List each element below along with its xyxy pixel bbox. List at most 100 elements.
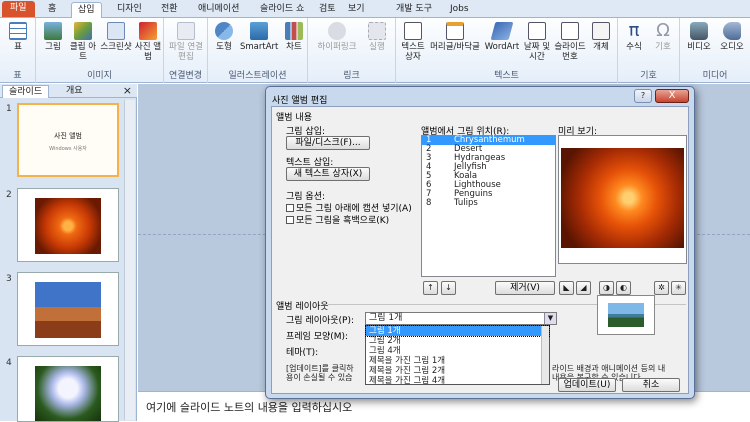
dropdown-option[interactable]: 그림 1개 bbox=[365, 325, 550, 337]
group-illustrations-label: 일러스트레이션 bbox=[228, 71, 287, 81]
contrast-up-icon[interactable]: ◑ bbox=[599, 281, 614, 295]
brightness-up-icon[interactable]: ✲ bbox=[654, 281, 669, 295]
speaker-icon bbox=[723, 22, 741, 40]
table-button[interactable]: 표 bbox=[4, 22, 32, 52]
tab-file[interactable]: 파일 bbox=[2, 1, 35, 17]
wordart-label: WordArt bbox=[484, 42, 520, 52]
video-label: 비디오 bbox=[687, 42, 711, 52]
caption-checkbox[interactable] bbox=[286, 204, 294, 212]
bw-checkbox[interactable] bbox=[286, 216, 294, 224]
tab-insert[interactable]: 삽입 bbox=[71, 2, 102, 18]
list-item[interactable]: 1 Chrysanthemum bbox=[422, 136, 555, 145]
shapes-label: 도형 bbox=[216, 42, 232, 52]
rotate-right-icon[interactable]: ◢ bbox=[576, 281, 591, 295]
list-item[interactable]: 3 Hydrangeas bbox=[422, 154, 555, 163]
symbol-button[interactable]: Ω 기호 bbox=[650, 22, 676, 53]
slide-thumbnail-1[interactable]: 사진 앨범 Windows 사용자 bbox=[17, 103, 119, 177]
contrast-down-icon[interactable]: ◐ bbox=[616, 281, 631, 295]
list-item[interactable]: 7 Penguins bbox=[422, 190, 555, 199]
cancel-button[interactable]: 취소 bbox=[622, 378, 680, 392]
textbox-icon bbox=[404, 22, 422, 40]
equation-label: 수식 bbox=[626, 42, 642, 52]
dropdown-option[interactable]: 제목을 가진 그림 4개 bbox=[366, 376, 549, 386]
update-button[interactable]: 업데이트(U) bbox=[558, 378, 616, 392]
table-label: 표 bbox=[14, 42, 22, 52]
chevron-down-icon[interactable]: ▼ bbox=[544, 313, 556, 324]
move-up-button[interactable]: ↑ bbox=[423, 281, 438, 295]
picture-layout-select[interactable]: 그림 1개 ▼ bbox=[365, 312, 557, 325]
tab-jobs[interactable]: Jobs bbox=[444, 2, 475, 18]
hyperlink-button[interactable]: 하이퍼링크 bbox=[314, 22, 360, 52]
new-textbox-button[interactable]: 새 텍스트 상자(X) bbox=[286, 167, 370, 181]
bw-option-label: 모든 그림을 흑백으로(K) bbox=[296, 216, 390, 226]
dropdown-option[interactable]: 그림 2개 bbox=[366, 336, 549, 346]
header-footer-icon bbox=[446, 22, 464, 40]
pictures-listbox[interactable]: 1 Chrysanthemum 2 Desert 3 Hydrangeas 4 Jell… bbox=[421, 135, 556, 277]
dropdown-scrollbar[interactable] bbox=[541, 326, 549, 384]
rotate-left-icon[interactable]: ◣ bbox=[559, 281, 574, 295]
slide-number-button[interactable]: 슬라이드 번호 bbox=[554, 22, 586, 62]
action-button[interactable]: 실행 bbox=[364, 22, 390, 52]
tab-slides[interactable]: 슬라이드 bbox=[2, 85, 50, 98]
screenshot-label: 스크린샷 bbox=[100, 42, 132, 52]
dropdown-option[interactable]: 그림 4개 bbox=[366, 346, 549, 356]
picture-layout-label: 그림 레이아웃(P): bbox=[286, 316, 355, 326]
bw-option[interactable]: 모든 그림을 흑백으로(K) bbox=[286, 213, 389, 226]
desert-photo bbox=[35, 282, 101, 338]
tab-outline[interactable]: 개요 bbox=[60, 85, 89, 98]
tab-home[interactable]: 홈 bbox=[42, 2, 62, 18]
video-button[interactable]: 비디오 bbox=[684, 22, 714, 52]
close-icon[interactable]: × bbox=[123, 84, 132, 97]
group-media-label: 미디어 bbox=[702, 71, 728, 81]
tab-transitions[interactable]: 전환 bbox=[155, 2, 184, 18]
textbox-button[interactable]: 텍스트 상자 bbox=[398, 22, 428, 62]
screenshot-button[interactable]: 스크린샷 bbox=[100, 22, 132, 52]
audio-button[interactable]: 오디오 bbox=[718, 22, 746, 52]
file-disk-button[interactable]: 파일/디스크(F)... bbox=[286, 136, 370, 150]
shapes-button[interactable]: 도형 bbox=[212, 22, 236, 52]
action-icon bbox=[368, 22, 386, 40]
textbox-label: 텍스트 상자 bbox=[401, 42, 425, 62]
tab-view[interactable]: 보기 bbox=[342, 2, 371, 18]
tab-developer[interactable]: 개발 도구 bbox=[390, 2, 438, 18]
photo-album-icon bbox=[139, 22, 157, 40]
slide-thumbnail-2[interactable] bbox=[17, 188, 119, 262]
slide-thumbnail-4[interactable] bbox=[17, 356, 119, 422]
dropdown-option[interactable]: 제목을 가진 그림 1개 bbox=[366, 356, 549, 366]
tab-review[interactable]: 검토 bbox=[313, 2, 342, 18]
tab-animations[interactable]: 애니메이션 bbox=[192, 2, 245, 18]
tab-slideshow[interactable]: 슬라이드 쇼 bbox=[254, 2, 310, 18]
picture-button[interactable]: 그림 bbox=[40, 22, 66, 52]
ribbon: 표 표 그림 클립 아트 스크린샷 사진 앨범 이미지 파일 연결 편집 연결변… bbox=[0, 18, 750, 83]
slide-subtitle: Windows 사용자 bbox=[49, 146, 87, 152]
smartart-button[interactable]: SmartArt bbox=[240, 22, 278, 52]
notes-placeholder: 여기에 슬라이드 노트의 내용을 입력하십시오 bbox=[146, 401, 353, 414]
object-button[interactable]: 개체 bbox=[588, 22, 614, 52]
help-button[interactable]: ? bbox=[634, 89, 652, 103]
layout-dropdown-list[interactable]: 그림 1개 그림 2개 그림 4개 제목을 가진 그림 1개 제목을 가진 그림… bbox=[365, 325, 550, 386]
photo-album-button[interactable]: 사진 앨범 bbox=[134, 22, 162, 62]
shapes-icon bbox=[215, 22, 233, 40]
brightness-down-icon[interactable]: ✳ bbox=[671, 281, 686, 295]
date-time-button[interactable]: 날짜 및 시간 bbox=[522, 22, 552, 62]
object-label: 개체 bbox=[593, 42, 609, 52]
clipart-button[interactable]: 클립 아트 bbox=[68, 22, 98, 62]
remove-button[interactable]: 제거(V) bbox=[495, 281, 555, 295]
slide-thumbnail-3[interactable] bbox=[17, 272, 119, 346]
list-item[interactable]: 8 Tulips bbox=[422, 199, 555, 208]
dropdown-option[interactable]: 제목을 가진 그림 2개 bbox=[366, 366, 549, 376]
list-item[interactable]: 4 Jellyfish bbox=[422, 163, 555, 172]
dialog-body: 앨범 내용 그림 삽입: 파일/디스크(F)... 텍스트 삽입: 새 텍스트 … bbox=[271, 106, 689, 394]
slide-pane-scrollbar[interactable] bbox=[124, 100, 135, 420]
slide-number-label: 슬라이드 번호 bbox=[554, 42, 586, 62]
wordart-button[interactable]: WordArt bbox=[484, 22, 520, 52]
tab-design[interactable]: 디자인 bbox=[111, 2, 148, 18]
group-symbols: π 수식 Ω 기호 기호 bbox=[618, 18, 680, 83]
header-footer-button[interactable]: 머리글/바닥글 bbox=[430, 22, 480, 52]
dialog-close-button[interactable]: X bbox=[655, 89, 689, 103]
chart-button[interactable]: 차트 bbox=[282, 22, 306, 52]
photo-album-label: 사진 앨범 bbox=[134, 42, 162, 62]
equation-button[interactable]: π 수식 bbox=[622, 22, 646, 53]
move-down-button[interactable]: ↓ bbox=[441, 281, 456, 295]
edit-links-button[interactable]: 파일 연결 편집 bbox=[168, 22, 204, 62]
